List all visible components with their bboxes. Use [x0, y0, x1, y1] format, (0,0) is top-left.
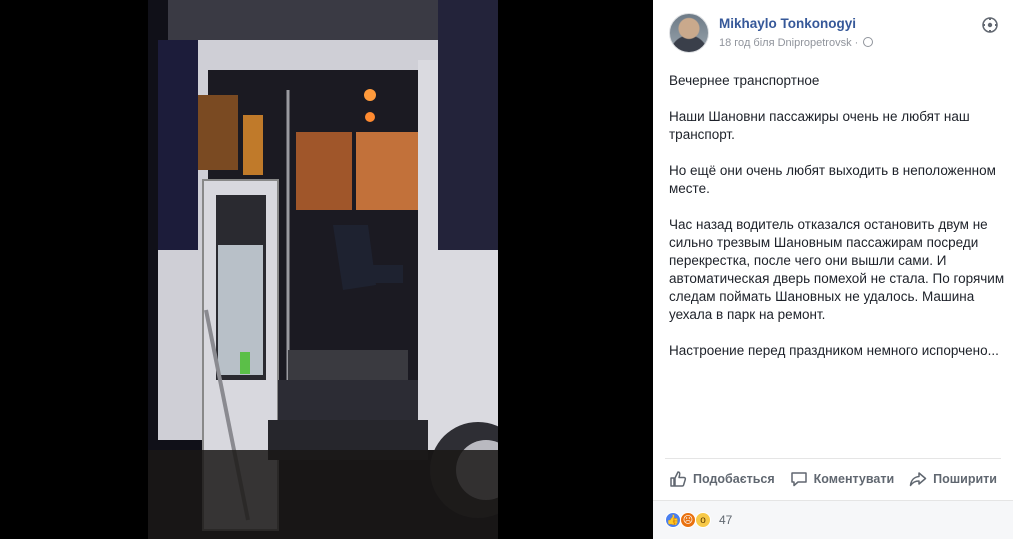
photo-viewer [0, 0, 653, 539]
divider [665, 458, 1001, 459]
post-paragraph: Настроение перед праздником немного испо… [669, 343, 999, 358]
comment-button[interactable]: Коментувати [790, 470, 895, 488]
author-name[interactable]: Mikhaylo Tonkonogyi [719, 16, 856, 31]
reactions-bar: 👍 ☹ o 47 [653, 500, 1013, 539]
bus-door-photo-drawing [148, 0, 498, 539]
post-text: Вечернее транспортное Наши Шановни пасса… [669, 72, 1005, 378]
like-button[interactable]: Подобається [669, 470, 775, 488]
share-button[interactable]: Поширити [909, 470, 997, 488]
comment-label: Коментувати [813, 472, 895, 486]
post-paragraph: Вечернее транспортное [669, 73, 820, 88]
angry-icon: ☹ [680, 512, 696, 528]
avatar[interactable] [669, 13, 709, 53]
thumbs-up-icon [669, 470, 687, 488]
post-paragraph: Но ещё они очень любят выходить в неполо… [669, 163, 996, 196]
comment-icon [790, 470, 808, 488]
post-actions: Подобається Коментувати Поширити [665, 460, 1001, 498]
post-meta-text[interactable]: 18 год біля Dnipropetrovsk · [719, 37, 858, 49]
post-panel: Mikhaylo Tonkonogyi 18 год біля Dniprope… [653, 0, 1013, 539]
share-label: Поширити [933, 472, 997, 486]
reactions-summary[interactable]: 👍 ☹ o 47 [665, 512, 732, 528]
like-label: Подобається [693, 472, 775, 486]
post-meta: 18 год біля Dnipropetrovsk · [719, 37, 874, 49]
post-paragraph: Наши Шановни пассажиры очень не любят на… [669, 109, 970, 142]
bus-door-photo[interactable] [148, 0, 498, 539]
like-icon: 👍 [665, 512, 681, 528]
more-options-icon[interactable] [981, 17, 999, 35]
reaction-count: 47 [719, 513, 733, 527]
share-icon [909, 470, 927, 488]
globe-icon [863, 37, 874, 47]
post-paragraph: Час назад водитель отказался остановить … [669, 217, 1005, 322]
wow-icon: o [695, 512, 711, 528]
post-header: Mikhaylo Tonkonogyi 18 год біля Dniprope… [669, 13, 999, 55]
